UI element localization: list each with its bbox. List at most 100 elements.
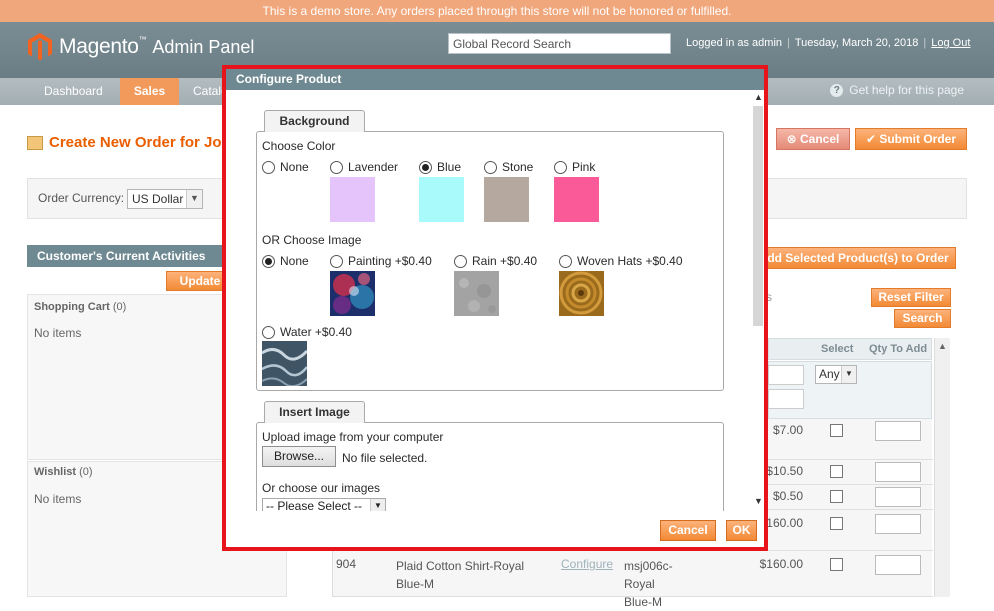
image-option-rain[interactable]: Rain +$0.40: [454, 254, 537, 268]
row-qty-input[interactable]: [875, 487, 921, 507]
water-thumbnail[interactable]: [262, 341, 307, 386]
price-filter-from[interactable]: [768, 365, 804, 385]
check-icon: ✔: [865, 132, 880, 146]
cancel-order-button[interactable]: ⊗ Cancel: [776, 128, 850, 150]
global-search-input[interactable]: [448, 33, 671, 54]
image-option-none[interactable]: None: [262, 254, 309, 268]
browse-button[interactable]: Browse...: [262, 446, 336, 467]
col-select[interactable]: Select: [821, 343, 853, 355]
radio-button[interactable]: [559, 254, 572, 268]
choose-our-images-label: Or choose our images: [262, 481, 381, 495]
radio-button-selected[interactable]: [262, 254, 275, 268]
submit-order-button[interactable]: ✔ Submit Order: [855, 128, 967, 150]
dialog-title: Configure Product: [226, 69, 764, 90]
no-file-text: No file selected.: [342, 451, 428, 465]
radio-button[interactable]: [262, 160, 275, 174]
scroll-down-icon: ▼: [754, 496, 763, 506]
currency-label: Order Currency:: [38, 191, 125, 205]
row-select-checkbox[interactable]: [830, 558, 843, 571]
page-title: Create New Order for Jo: [27, 134, 222, 151]
image-option-water[interactable]: Water +$0.40: [262, 325, 352, 339]
row-qty-input[interactable]: [875, 514, 921, 534]
insert-image-tab: Insert Image: [264, 401, 365, 423]
dialog-scrollbar[interactable]: ▲ ▼: [752, 90, 764, 511]
chevron-down-icon: ▼: [186, 190, 202, 208]
row-select-checkbox[interactable]: [830, 465, 843, 478]
add-selected-products-button[interactable]: dd Selected Product(s) to Order: [760, 247, 956, 269]
color-option-lavender[interactable]: Lavender: [330, 160, 398, 174]
current-date: Tuesday, March 20, 2018: [794, 37, 919, 49]
col-qty[interactable]: Qty To Add: [869, 343, 927, 355]
radio-button[interactable]: [330, 160, 343, 174]
pink-swatch[interactable]: [554, 177, 599, 222]
brand-name: Magento™: [59, 35, 147, 58]
woven-hats-thumbnail[interactable]: [559, 271, 604, 316]
row-qty-input[interactable]: [875, 555, 921, 575]
row-select-checkbox[interactable]: [830, 490, 843, 503]
demo-store-notice: This is a demo store. Any orders placed …: [0, 0, 994, 22]
row-configure-link[interactable]: Configure: [561, 557, 613, 571]
background-tab: Background: [264, 110, 365, 132]
upload-label: Upload image from your computer: [262, 430, 444, 444]
painting-thumbnail[interactable]: [330, 271, 375, 316]
radio-button[interactable]: [262, 325, 275, 339]
radio-button[interactable]: [554, 160, 567, 174]
radio-button-selected[interactable]: [419, 160, 432, 174]
stone-swatch[interactable]: [484, 177, 529, 222]
scrollbar-thumb[interactable]: [753, 106, 763, 326]
wishlist-empty: No items: [34, 492, 82, 506]
cancel-x-icon: ⊗: [786, 132, 801, 146]
select-filter[interactable]: Any ▼: [815, 365, 857, 384]
row-qty-input[interactable]: [875, 421, 921, 441]
grid-scrollbar[interactable]: ▲: [934, 338, 950, 597]
row-id: 904: [336, 557, 357, 571]
color-option-stone[interactable]: Stone: [484, 160, 533, 174]
row-select-checkbox[interactable]: [830, 517, 843, 530]
radio-button[interactable]: [330, 254, 343, 268]
image-option-woven-hats[interactable]: Woven Hats +$0.40: [559, 254, 683, 268]
reset-filter-button[interactable]: Reset Filter: [871, 288, 951, 307]
help-icon: ?: [830, 83, 844, 97]
radio-button[interactable]: [454, 254, 467, 268]
shopping-cart-heading: Shopping Cart (0): [34, 301, 127, 313]
color-option-none[interactable]: None: [262, 160, 309, 174]
our-images-select[interactable]: -- Please Select -- ▼: [262, 498, 386, 511]
dialog-body: Background Choose Color None Lavender Bl…: [226, 90, 764, 511]
order-icon: [27, 135, 43, 150]
logout-link[interactable]: Log Out: [931, 37, 970, 49]
chevron-down-icon: ▼: [370, 499, 385, 511]
grid-search-button[interactable]: Search: [894, 309, 951, 328]
shopping-cart-empty: No items: [34, 326, 82, 340]
row-price: $160.00: [759, 557, 803, 571]
dialog-ok-button[interactable]: OK: [726, 520, 757, 541]
user-info: Logged in as admin | Tuesday, March 20, 20…: [686, 37, 971, 49]
magento-logo-icon: [28, 33, 52, 61]
dialog-cancel-button[interactable]: Cancel: [660, 520, 716, 541]
choose-color-label: Choose Color: [262, 139, 336, 153]
scroll-up-icon: ▲: [938, 341, 947, 351]
logged-in-text: Logged in as admin: [686, 37, 783, 49]
grid-header: Select Qty To Add: [768, 338, 932, 360]
radio-button[interactable]: [484, 160, 497, 174]
nav-dashboard[interactable]: Dashboard: [30, 78, 117, 105]
image-option-painting[interactable]: Painting +$0.40: [330, 254, 432, 268]
choose-image-label: OR Choose Image: [262, 233, 362, 247]
help-link[interactable]: ? Get help for this page: [830, 83, 964, 97]
scroll-up-icon: ▲: [754, 92, 763, 102]
magento-logo[interactable]: Magento™ Admin Panel: [27, 32, 254, 62]
row-qty-input[interactable]: [875, 462, 921, 482]
color-option-blue[interactable]: Blue: [419, 160, 461, 174]
price-filter-to[interactable]: [768, 389, 804, 409]
currency-select[interactable]: US Dollar ▼: [127, 189, 203, 209]
row-select-checkbox[interactable]: [830, 424, 843, 437]
row-sku: msj006c-Royal Blue-M: [624, 559, 673, 609]
rain-thumbnail[interactable]: [454, 271, 499, 316]
row-product-name: Plaid Cotton Shirt-Royal Blue-M: [396, 559, 525, 591]
configure-product-dialog: Configure Product Background Choose Colo…: [222, 65, 768, 551]
lavender-swatch[interactable]: [330, 177, 375, 222]
blue-swatch[interactable]: [419, 177, 464, 222]
chevron-down-icon: ▼: [841, 366, 856, 383]
wishlist-heading: Wishlist (0): [34, 466, 93, 478]
color-option-pink[interactable]: Pink: [554, 160, 595, 174]
nav-sales[interactable]: Sales: [120, 78, 179, 105]
